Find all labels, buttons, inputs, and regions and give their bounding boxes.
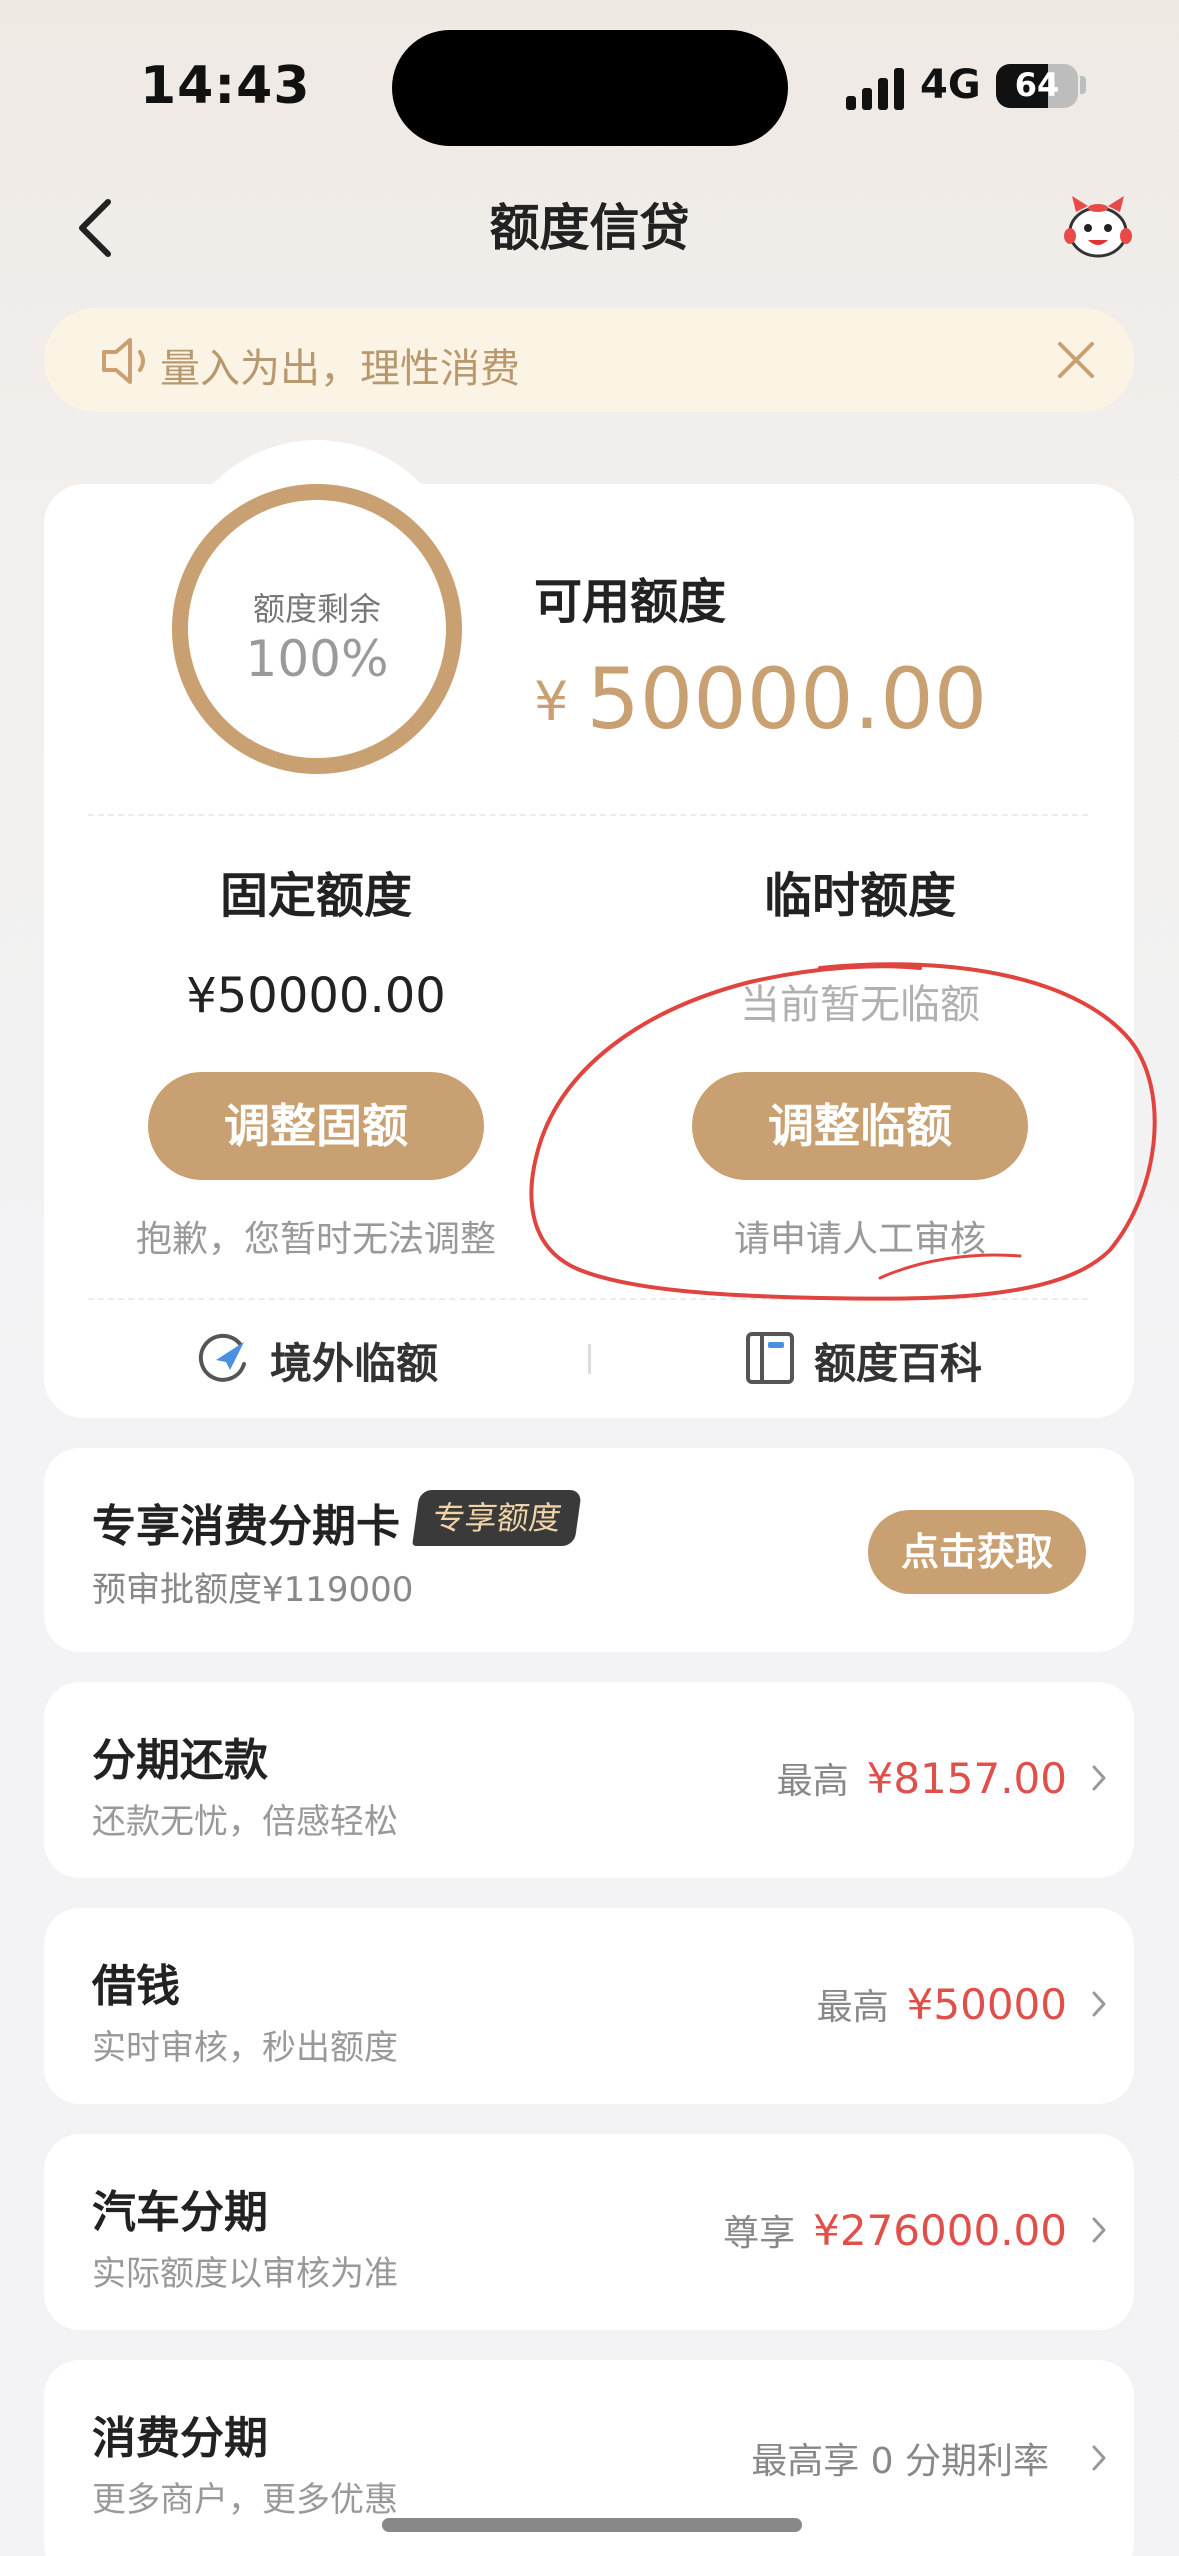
overseas-temp-link[interactable]: 境外临额	[270, 1330, 438, 1391]
list-item-value-row: 最高 ¥8157.00	[777, 1752, 1107, 1804]
chevron-right-icon	[1092, 2217, 1106, 2243]
list-item-subtitle: 实时审核，秒出额度	[92, 2028, 398, 2068]
available-amount: ¥50000.00	[534, 650, 987, 748]
promo-title: 专享消费分期卡	[92, 1501, 400, 1552]
list-item-subtitle: 更多商户，更多优惠	[92, 2480, 398, 2520]
list-item-value-row: 最高享 0 分期利率	[751, 2432, 1107, 2484]
home-indicator[interactable]	[382, 2518, 802, 2532]
list-item-prefix: 最高	[776, 1761, 849, 1802]
status-time: 14:43	[140, 56, 311, 116]
divider	[88, 814, 1088, 816]
battery-icon: 64	[996, 64, 1078, 108]
network-type: 4G	[920, 62, 981, 108]
page-title: 额度信贷	[489, 199, 690, 257]
available-label: 可用额度	[534, 574, 727, 630]
notice-text: 量入为出，理性消费	[160, 346, 520, 392]
chevron-right-icon	[1092, 2445, 1106, 2471]
list-item-title: 分期还款	[92, 1735, 268, 1786]
list-item-subtitle: 实际额度以审核为准	[92, 2254, 398, 2294]
list-item-title: 汽车分期	[92, 2187, 268, 2238]
plane-icon	[198, 1333, 246, 1382]
currency-symbol: ¥	[534, 670, 569, 733]
mascot-icon[interactable]	[1062, 194, 1134, 260]
list-item-value-row: 尊享 ¥276000.00	[723, 2204, 1107, 2256]
credit-wiki-link[interactable]: 额度百科	[814, 1330, 982, 1391]
available-value: 50000.00	[586, 650, 988, 748]
ring-label: 额度剩余	[252, 590, 381, 628]
ring-percent: 100%	[245, 630, 389, 688]
battery-tip	[1080, 76, 1086, 94]
speaker-icon	[102, 338, 145, 384]
close-icon[interactable]	[1054, 338, 1098, 382]
list-item-title: 消费分期	[92, 2413, 268, 2464]
book-icon	[746, 1332, 794, 1384]
list-item-value-row: 最高 ¥50000	[817, 1978, 1107, 2030]
list-item-value: ¥276000.00	[813, 2205, 1067, 2255]
fixed-credit-note: 抱歉，您暂时无法调整	[135, 1219, 496, 1260]
promo-badge: 专享额度	[412, 1490, 582, 1546]
temp-credit-title: 临时额度	[763, 868, 956, 924]
list-item-value: ¥8157.00	[866, 1753, 1067, 1803]
fixed-credit-amount: ¥50000.00	[186, 968, 446, 1024]
annotation-circle	[529, 962, 1157, 1301]
get-offer-button[interactable]: 点击获取	[868, 1510, 1086, 1594]
list-item-value: ¥50000	[906, 1979, 1067, 2029]
list-item-prefix: 最高享 0 分期利率	[751, 2441, 1049, 2482]
fixed-credit-title: 固定额度	[219, 868, 412, 924]
list-item-prefix: 尊享	[723, 2213, 796, 2254]
chevron-right-icon	[1092, 1765, 1106, 1791]
link-separator	[588, 1344, 591, 1374]
adjust-fixed-button[interactable]: 调整固额	[148, 1072, 484, 1180]
dynamic-island	[392, 30, 788, 146]
battery-level: 64	[1014, 66, 1060, 104]
list-item-prefix: 最高	[816, 1987, 889, 2028]
chevron-right-icon	[1092, 1991, 1106, 2017]
signal-icon	[846, 66, 906, 110]
list-item-subtitle: 还款无忧，倍感轻松	[92, 1802, 398, 1842]
list-item-title: 借钱	[92, 1961, 180, 2012]
promo-subtitle: 预审批额度¥119000	[92, 1570, 414, 1610]
